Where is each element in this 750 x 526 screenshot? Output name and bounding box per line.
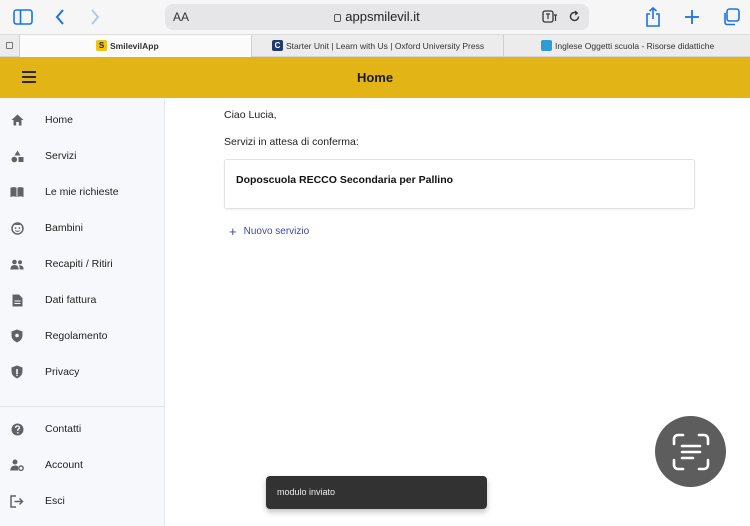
- sidebar-item-recapiti-ritiri[interactable]: Recapiti / Ritiri: [0, 246, 165, 282]
- sidebar-item-label: Servizi: [45, 150, 77, 162]
- sidebar-item-label: Home: [45, 114, 74, 126]
- address-bar-actions: [542, 9, 581, 24]
- sidebar-item-le-mie-richieste[interactable]: Le mie richieste: [0, 174, 165, 210]
- sidebar: Home Servizi Le mie richieste Bambini Re…: [0, 98, 165, 526]
- snackbar: modulo inviato: [266, 476, 487, 509]
- tab-overview-icon[interactable]: [721, 7, 741, 27]
- logout-icon: [10, 494, 24, 508]
- sidebar-item-label: Regolamento: [45, 330, 108, 342]
- sidebar-item-account[interactable]: Account: [0, 447, 165, 483]
- pending-service-card[interactable]: Doposcuola RECCO Secondaria per Pallino: [224, 159, 695, 209]
- sidebar-item-contatti[interactable]: Contatti: [0, 411, 165, 447]
- pending-services-label: Servizi in attesa di conferma:: [224, 136, 359, 148]
- address-bar[interactable]: AA appsmilevil.it: [165, 4, 589, 30]
- people-icon: [10, 257, 24, 271]
- url-text: appsmilevil.it: [345, 9, 420, 24]
- tab-label: Starter Unit | Learn with Us | Oxford Un…: [286, 41, 485, 51]
- reload-icon[interactable]: [568, 10, 581, 23]
- privacy-shield-icon: [10, 365, 24, 379]
- share-icon[interactable]: [643, 7, 663, 27]
- sidebar-item-label: Bambini: [45, 222, 83, 234]
- pending-service-title: Doposcuola RECCO Secondaria per Pallino: [236, 174, 454, 186]
- sidebar-divider: [0, 406, 165, 407]
- shapes-icon: [10, 149, 24, 163]
- sidebar-item-label: Dati fattura: [45, 294, 97, 306]
- url-display: appsmilevil.it: [165, 9, 589, 24]
- plus-icon: +: [229, 223, 237, 239]
- sidebar-item-label: Account: [45, 459, 83, 471]
- tab-smilevilapp[interactable]: S SmilevilApp: [20, 35, 252, 57]
- child-face-icon: [10, 221, 24, 235]
- account-icon: [10, 458, 24, 472]
- app-bar: Home: [0, 57, 750, 98]
- forward-icon[interactable]: [87, 7, 103, 27]
- new-service-button[interactable]: + Nuovo servizio: [229, 223, 309, 239]
- sidebar-item-bambini[interactable]: Bambini: [0, 210, 165, 246]
- sidebar-item-label: Le mie richieste: [45, 186, 119, 198]
- sidebar-item-label: Esci: [45, 495, 65, 507]
- back-icon[interactable]: [52, 7, 68, 27]
- app-root: AA appsmilevil.it S SmilevilApp C Starte…: [0, 0, 750, 526]
- shield-icon: [10, 329, 24, 343]
- lock-icon: [334, 14, 342, 22]
- smilevil-favicon-icon: S: [96, 40, 107, 51]
- help-icon: [10, 422, 24, 436]
- sidebar-item-dati-fattura[interactable]: Dati fattura: [0, 282, 165, 318]
- browser-toolbar: AA appsmilevil.it: [0, 0, 750, 34]
- book-icon: [10, 185, 24, 199]
- greeting-text: Ciao Lucia,: [224, 109, 277, 121]
- document-icon: [10, 293, 24, 307]
- puzzle-favicon-icon: [541, 40, 552, 51]
- sidebar-toggle-icon[interactable]: [12, 7, 34, 27]
- page-title: Home: [356, 70, 394, 85]
- sidebar-item-home[interactable]: Home: [0, 102, 165, 138]
- live-text-scan-button[interactable]: [655, 416, 726, 487]
- tab-inglese[interactable]: Inglese Oggetti scuola - Risorse didatti…: [504, 35, 750, 57]
- new-service-label: Nuovo servizio: [243, 225, 310, 237]
- sidebar-item-regolamento[interactable]: Regolamento: [0, 318, 165, 354]
- tab-oxford[interactable]: C Starter Unit | Learn with Us | Oxford …: [252, 35, 504, 57]
- translate-icon[interactable]: [542, 10, 558, 23]
- oxford-favicon-icon: C: [272, 40, 283, 51]
- tab-bar-grid-icon[interactable]: [0, 35, 20, 57]
- scan-text-icon: [672, 433, 709, 470]
- tab-label: SmilevilApp: [110, 41, 159, 51]
- sidebar-item-label: Privacy: [45, 366, 80, 378]
- sidebar-item-esci[interactable]: Esci: [0, 483, 165, 519]
- sidebar-item-label: Contatti: [45, 423, 82, 435]
- sidebar-item-label: Recapiti / Ritiri: [45, 258, 113, 270]
- snackbar-message: modulo inviato: [277, 487, 336, 497]
- sidebar-item-privacy[interactable]: Privacy: [0, 354, 165, 390]
- tab-label: Inglese Oggetti scuola - Risorse didatti…: [555, 41, 715, 51]
- sidebar-item-servizi[interactable]: Servizi: [0, 138, 165, 174]
- browser-tab-strip: S SmilevilApp C Starter Unit | Learn wit…: [0, 34, 750, 57]
- home-icon: [10, 113, 24, 127]
- new-tab-icon[interactable]: [682, 7, 702, 27]
